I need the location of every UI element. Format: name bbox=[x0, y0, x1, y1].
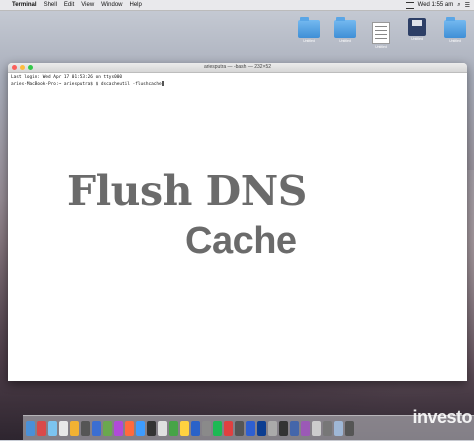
dock-app-icon[interactable] bbox=[268, 421, 277, 436]
list-icon[interactable]: ☰ bbox=[465, 2, 470, 9]
dock-app-icon[interactable] bbox=[246, 421, 255, 436]
menu-bar: Terminal Shell Edit View Window Help Wed… bbox=[0, 0, 474, 11]
dock-app-icon[interactable] bbox=[147, 421, 156, 436]
dock-app-icon[interactable] bbox=[92, 421, 101, 436]
watermark-logo: investo bbox=[412, 407, 472, 427]
dock bbox=[23, 415, 474, 441]
menu-window[interactable]: Window bbox=[101, 2, 122, 8]
dock-app-icon[interactable] bbox=[48, 421, 57, 436]
desktop-icon-label: Untitled bbox=[339, 39, 351, 43]
overlay-title-line2: Cache bbox=[185, 220, 297, 262]
window-titlebar[interactable]: ariesputra — -bash — 232×52 bbox=[8, 63, 467, 73]
desktop-icon-label: Untitled bbox=[449, 39, 461, 43]
desktop-folder-icon[interactable]: Untitled bbox=[332, 17, 358, 43]
overlay-title-line1: Flush DNS bbox=[67, 167, 307, 215]
menu-edit[interactable]: Edit bbox=[64, 2, 74, 8]
dock-app-icon[interactable] bbox=[191, 421, 200, 436]
dock-app-icon[interactable] bbox=[257, 421, 266, 436]
menu-shell[interactable]: Shell bbox=[44, 2, 57, 8]
window-title: ariesputra — -bash — 232×52 bbox=[203, 64, 272, 70]
dock-app-icon[interactable] bbox=[81, 421, 90, 436]
dock-app-icon[interactable] bbox=[169, 421, 178, 436]
menu-extras-icon[interactable] bbox=[405, 1, 414, 9]
dock-app-icon[interactable] bbox=[114, 421, 123, 436]
dock-app-icon[interactable] bbox=[136, 421, 145, 436]
dock-app-icon[interactable] bbox=[158, 421, 167, 436]
clock[interactable]: Wed 1:55 am bbox=[418, 2, 454, 8]
dock-app-icon[interactable] bbox=[235, 421, 244, 436]
dock-app-icon[interactable] bbox=[213, 421, 222, 436]
desktop-document-icon[interactable]: Untitled bbox=[368, 22, 394, 49]
dock-app-icon[interactable] bbox=[103, 421, 112, 436]
dock-app-icon[interactable] bbox=[312, 421, 321, 436]
dock-app-icon[interactable] bbox=[125, 421, 134, 436]
dock-app-icon[interactable] bbox=[301, 421, 310, 436]
desktop-icon-label: Untitled bbox=[411, 37, 423, 41]
desktop-disk-icon[interactable]: Untitled bbox=[404, 18, 430, 41]
menu-view[interactable]: View bbox=[81, 2, 94, 8]
dock-app-icon[interactable] bbox=[323, 421, 332, 436]
desktop-icon-label: Untitled bbox=[375, 45, 387, 49]
terminal-line-command: aries-MacBook-Pro:~ ariesputra$ $ dscach… bbox=[11, 81, 164, 87]
text-cursor bbox=[161, 81, 164, 86]
desktop-icon-label: Untitled bbox=[303, 39, 315, 43]
dock-app-icon[interactable] bbox=[345, 421, 354, 436]
dock-app-icon[interactable] bbox=[37, 421, 46, 436]
dock-app-icon[interactable] bbox=[180, 421, 189, 436]
desktop-folder-icon[interactable]: Untitled bbox=[296, 17, 322, 43]
menu-help[interactable]: Help bbox=[130, 2, 142, 8]
desktop-folder-icon[interactable]: Untitled bbox=[442, 17, 468, 43]
dock-app-icon[interactable] bbox=[224, 421, 233, 436]
dock-app-icon[interactable] bbox=[70, 421, 79, 436]
dock-app-icon[interactable] bbox=[202, 421, 211, 436]
menu-app-name[interactable]: Terminal bbox=[12, 2, 37, 8]
dock-app-icon[interactable] bbox=[26, 421, 35, 436]
search-icon[interactable]: ⌕ bbox=[457, 2, 460, 9]
dock-app-icon[interactable] bbox=[290, 421, 299, 436]
dock-app-icon[interactable] bbox=[334, 421, 343, 436]
dock-app-icon[interactable] bbox=[59, 421, 68, 436]
dock-app-icon[interactable] bbox=[279, 421, 288, 436]
terminal-output[interactable]: Last login: Wed Apr 17 01:53:26 on ttys0… bbox=[8, 73, 467, 90]
